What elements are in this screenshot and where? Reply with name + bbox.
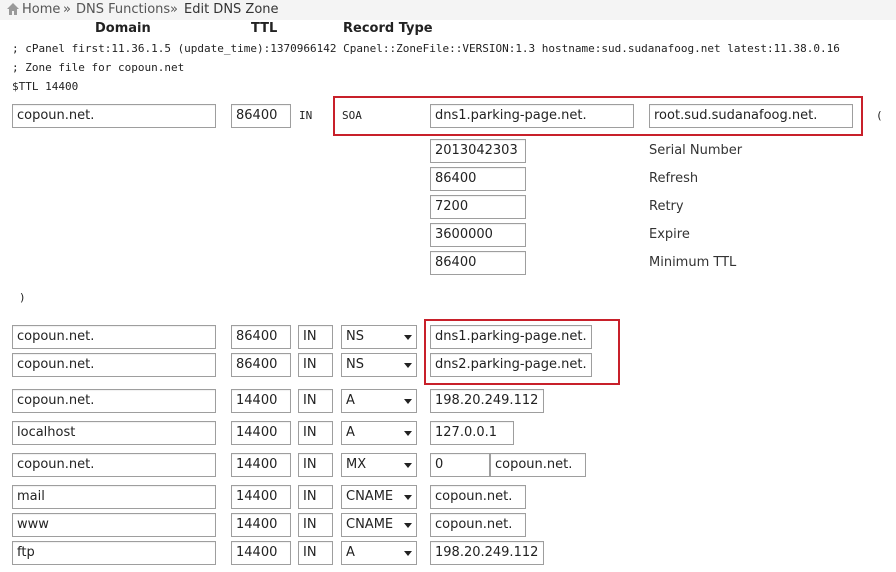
chevron-down-icon <box>404 399 412 404</box>
home-icon[interactable] <box>6 2 20 20</box>
breadcrumb-current: Edit DNS Zone <box>184 2 279 17</box>
soa-highlight-box <box>333 96 863 136</box>
chevron-down-icon <box>404 523 412 528</box>
record-domain-input[interactable]: ftp <box>12 541 216 565</box>
column-header-domain: Domain <box>95 21 151 36</box>
record-domain-input[interactable]: copoun.net. <box>12 453 216 477</box>
chevron-down-icon <box>404 495 412 500</box>
soa-refresh-input[interactable]: 86400 <box>430 167 526 191</box>
breadcrumb-separator: » <box>63 2 71 17</box>
chevron-down-icon <box>404 335 412 340</box>
record-type-select[interactable]: A <box>341 421 417 445</box>
record-class-input[interactable]: IN <box>298 421 333 445</box>
record-ttl-input[interactable]: 14400 <box>231 541 291 565</box>
record-type-select[interactable]: A <box>341 389 417 413</box>
record-ttl-input[interactable]: 14400 <box>231 485 291 509</box>
record-ttl-input[interactable]: 14400 <box>231 453 291 477</box>
column-header-ttl: TTL <box>251 21 278 36</box>
ns-highlight-box <box>424 319 620 385</box>
soa-minimum-ttl-label: Minimum TTL <box>649 255 737 270</box>
soa-domain-input[interactable]: copoun.net. <box>12 104 216 128</box>
soa-refresh-label: Refresh <box>649 171 699 186</box>
soa-retry-input[interactable]: 7200 <box>430 195 526 219</box>
record-ttl-input[interactable]: 14400 <box>231 513 291 537</box>
record-type-select[interactable]: CNAME <box>341 513 417 537</box>
record-class-input[interactable]: IN <box>298 485 333 509</box>
zone-comment-cpanel: ; cPanel first:11.36.1.5 (update_time):1… <box>12 42 840 55</box>
record-value-input[interactable]: copoun.net. <box>490 453 586 477</box>
soa-retry-label: Retry <box>649 199 684 214</box>
record-type-select[interactable]: NS <box>341 325 417 349</box>
record-value-input[interactable]: 198.20.249.112 <box>430 541 544 565</box>
soa-close-paren: ) <box>19 291 26 304</box>
soa-expire-label: Expire <box>649 227 690 242</box>
record-value-input[interactable]: 198.20.249.112 <box>430 389 544 413</box>
chevron-down-icon <box>404 551 412 556</box>
record-class-input[interactable]: IN <box>298 453 333 477</box>
record-ttl-input[interactable]: 86400 <box>231 353 291 377</box>
record-type-select[interactable]: A <box>341 541 417 565</box>
record-domain-input[interactable]: localhost <box>12 421 216 445</box>
record-type-value: NS <box>346 357 364 372</box>
record-domain-input[interactable]: mail <box>12 485 216 509</box>
record-type-value: A <box>346 425 355 440</box>
zone-ttl-directive: $TTL 14400 <box>12 80 79 93</box>
record-ttl-input[interactable]: 14400 <box>231 389 291 413</box>
record-domain-input[interactable]: copoun.net. <box>12 353 216 377</box>
record-domain-input[interactable]: www <box>12 513 216 537</box>
soa-class-label: IN <box>299 109 313 122</box>
record-value-input[interactable]: copoun.net. <box>430 513 526 537</box>
record-class-input[interactable]: IN <box>298 325 333 349</box>
record-ttl-input[interactable]: 86400 <box>231 325 291 349</box>
soa-serial-label: Serial Number <box>649 143 743 158</box>
record-ttl-input[interactable]: 14400 <box>231 421 291 445</box>
chevron-down-icon <box>404 431 412 436</box>
chevron-down-icon <box>404 363 412 368</box>
breadcrumb-dns-functions-link[interactable]: DNS Functions <box>76 1 170 18</box>
soa-serial-input[interactable]: 2013042303 <box>430 139 526 163</box>
record-type-value: NS <box>346 329 364 344</box>
record-type-value: CNAME <box>346 489 394 504</box>
record-value-input[interactable]: 127.0.0.1 <box>430 421 514 445</box>
soa-open-paren: ( <box>876 109 883 122</box>
record-value-input[interactable]: copoun.net. <box>430 485 526 509</box>
breadcrumb-home-link[interactable]: Home <box>22 1 60 18</box>
record-domain-input[interactable]: copoun.net. <box>12 325 216 349</box>
record-class-input[interactable]: IN <box>298 389 333 413</box>
record-type-select[interactable]: NS <box>341 353 417 377</box>
record-type-select[interactable]: CNAME <box>341 485 417 509</box>
chevron-down-icon <box>404 463 412 468</box>
record-priority-input[interactable]: 0 <box>430 453 490 477</box>
record-class-input[interactable]: IN <box>298 541 333 565</box>
zone-comment-zone-file: ; Zone file for copoun.net <box>12 61 185 74</box>
breadcrumb-separator: » <box>170 2 178 17</box>
soa-expire-input[interactable]: 3600000 <box>430 223 526 247</box>
record-type-value: CNAME <box>346 517 394 532</box>
soa-minimum-ttl-input[interactable]: 86400 <box>430 251 526 275</box>
record-domain-input[interactable]: copoun.net. <box>12 389 216 413</box>
column-header-record-type: Record Type <box>343 21 433 36</box>
record-class-input[interactable]: IN <box>298 513 333 537</box>
record-type-value: A <box>346 545 355 560</box>
record-type-value: MX <box>346 457 367 472</box>
record-type-value: A <box>346 393 355 408</box>
record-class-input[interactable]: IN <box>298 353 333 377</box>
record-type-select[interactable]: MX <box>341 453 417 477</box>
breadcrumb: Home » DNS Functions » Edit DNS Zone <box>0 0 896 20</box>
soa-ttl-input[interactable]: 86400 <box>231 104 291 128</box>
